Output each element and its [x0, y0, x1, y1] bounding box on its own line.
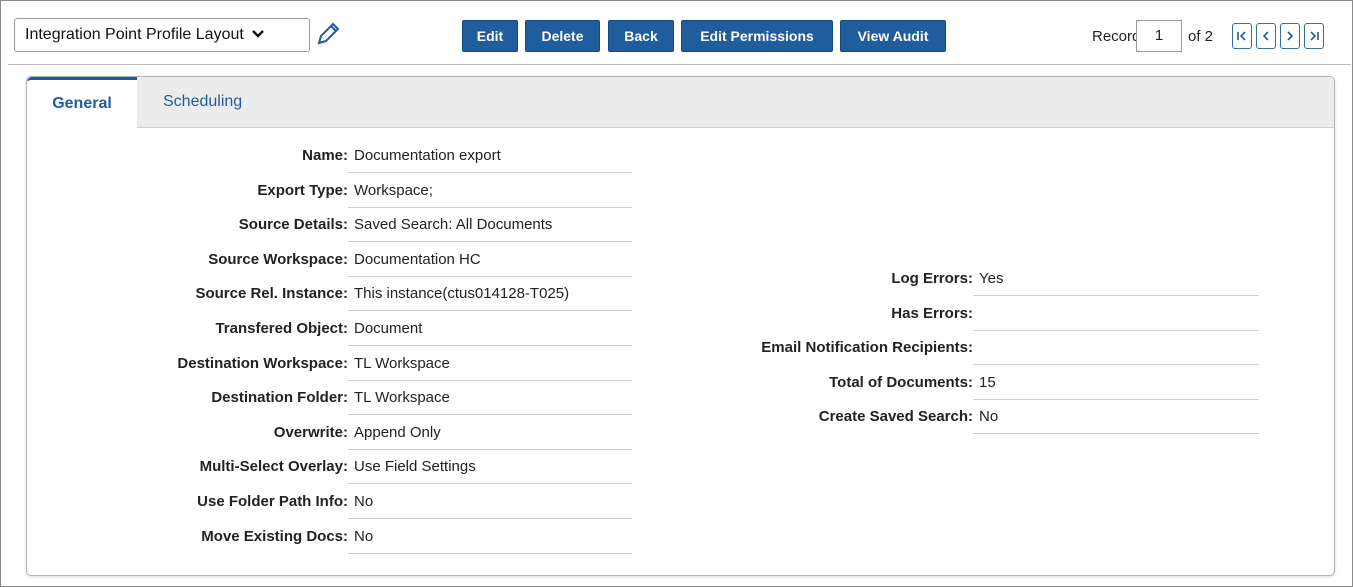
- previous-page-icon[interactable]: [1256, 23, 1276, 49]
- field-row: Email Notification Recipients:: [27, 331, 1327, 366]
- field-value: No: [354, 527, 374, 545]
- tab-scheduling[interactable]: Scheduling: [163, 77, 242, 127]
- field-row: Use Folder Path Info: No: [27, 485, 1327, 519]
- field-value: 15: [979, 373, 996, 391]
- layout-select-value: Integration Point Profile Layout: [25, 26, 244, 43]
- field-divider: [348, 552, 632, 554]
- edit-permissions-button[interactable]: Edit Permissions: [681, 20, 833, 52]
- field-row: Has Errors:: [27, 297, 1327, 331]
- field-label: Log Errors:: [891, 270, 973, 287]
- field-row: Total of Documents: 15: [27, 366, 1327, 400]
- field-label: Email Notification Recipients:: [761, 339, 973, 357]
- field-row: Create Saved Search: No: [27, 400, 1327, 435]
- tab-bar: General Scheduling: [27, 77, 1334, 128]
- details-panel: General Scheduling Name: Documentation ex…: [26, 76, 1335, 576]
- field-label: Source Details:: [238, 216, 348, 234]
- view-audit-button[interactable]: View Audit: [840, 20, 946, 52]
- field-label: Multi-Select Overlay:: [199, 458, 348, 476]
- chevron-down-icon: [251, 28, 264, 42]
- field-label: Move Existing Docs:: [201, 527, 348, 545]
- field-divider: [973, 433, 1259, 435]
- field-row: Export Type: Workspace;: [27, 174, 1327, 208]
- edit-button[interactable]: Edit: [462, 20, 518, 52]
- field-label: Export Type:: [257, 181, 348, 199]
- field-value: Use Field Settings: [354, 458, 476, 476]
- field-value: Workspace;: [354, 181, 433, 199]
- field-label: Name:: [302, 147, 348, 164]
- layout-select[interactable]: Integration Point Profile Layout: [14, 18, 310, 52]
- field-value: Documentation export: [354, 147, 501, 164]
- field-value: No: [979, 408, 999, 426]
- delete-button[interactable]: Delete: [525, 20, 600, 52]
- record-number-input[interactable]: 1: [1136, 20, 1182, 52]
- record-total: of 2: [1188, 28, 1214, 45]
- field-value: Yes: [979, 270, 1004, 287]
- field-value: Saved Search: All Documents: [354, 216, 553, 234]
- field-label: Total of Documents:: [829, 373, 973, 391]
- back-button[interactable]: Back: [608, 20, 674, 52]
- field-row: Log Errors: Yes: [27, 262, 1327, 296]
- record-label: Record: [1092, 28, 1141, 45]
- tab-general[interactable]: General: [27, 77, 137, 128]
- field-label: Create Saved Search:: [818, 408, 973, 426]
- last-page-icon[interactable]: [1304, 23, 1324, 49]
- next-page-icon[interactable]: [1280, 23, 1300, 49]
- pencil-icon[interactable]: [314, 20, 342, 48]
- field-row: Move Existing Docs: No: [27, 520, 1327, 554]
- field-row: Source Details: Saved Search: All Documen…: [27, 208, 1327, 243]
- toolbar: Integration Point Profile Layout Edit De…: [0, 0, 1351, 64]
- field-value: No: [354, 493, 374, 510]
- first-page-icon[interactable]: [1232, 23, 1252, 49]
- field-label: Has Errors:: [891, 304, 973, 322]
- field-label: Use Folder Path Info:: [197, 493, 348, 510]
- field-row: Multi-Select Overlay: Use Field Settings: [27, 450, 1327, 485]
- field-row: Name: Documentation export: [27, 139, 1327, 173]
